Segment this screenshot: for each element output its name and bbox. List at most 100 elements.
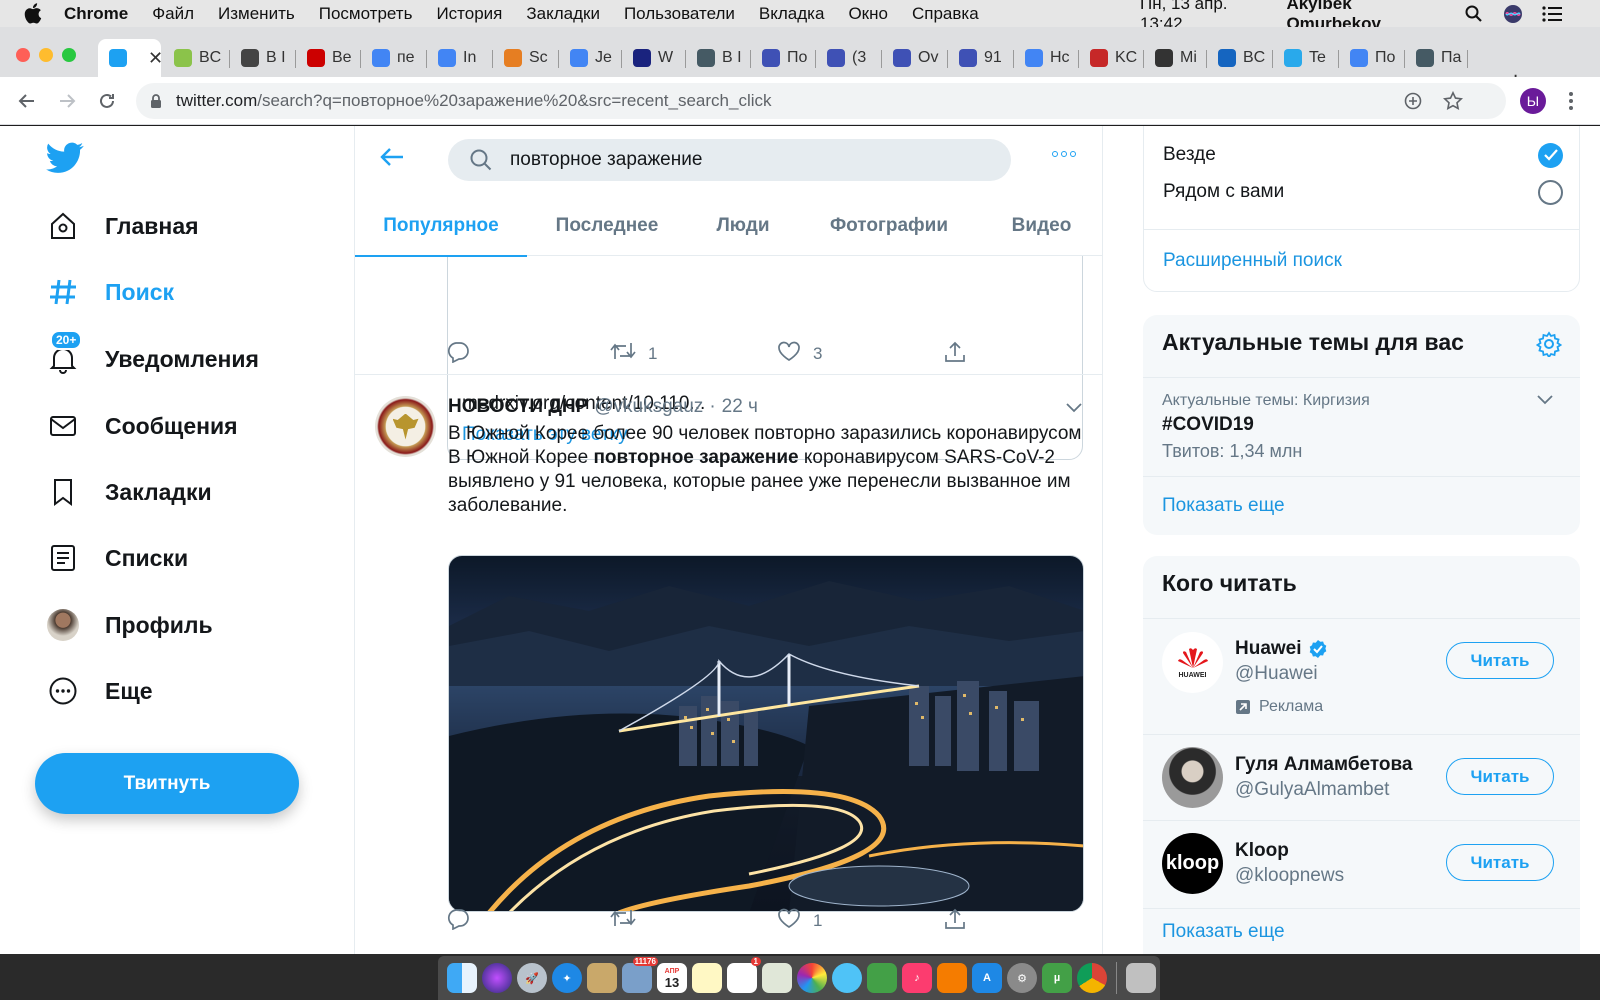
- twitter-logo-icon[interactable]: [46, 142, 84, 179]
- follow-suggestion[interactable]: Гуля Алмамбетова @GulyaAlmambet Читать: [1143, 734, 1580, 820]
- trend-hashtag[interactable]: #COVID19: [1162, 414, 1254, 436]
- browser-tab[interactable]: 91: [948, 41, 1014, 75]
- nav-item-profile[interactable]: Профиль: [46, 603, 213, 647]
- launchpad-icon[interactable]: 🚀: [517, 963, 547, 993]
- gear-icon[interactable]: [1535, 331, 1563, 362]
- calendar-icon[interactable]: АПР 13: [657, 963, 687, 993]
- trash-icon[interactable]: [1126, 963, 1156, 993]
- follow-handle[interactable]: @Huawei: [1235, 663, 1318, 685]
- browser-tab[interactable]: Ov: [882, 41, 948, 75]
- browser-tab[interactable]: Be: [296, 41, 361, 75]
- follow-button[interactable]: Читать: [1446, 758, 1554, 795]
- browser-tab[interactable]: (3: [816, 41, 882, 75]
- messages-icon[interactable]: [832, 963, 862, 993]
- maps-icon[interactable]: [762, 963, 792, 993]
- books-icon[interactable]: [937, 963, 967, 993]
- checked-circle-icon[interactable]: [1538, 142, 1563, 168]
- photos-app-icon[interactable]: 11176: [622, 957, 658, 993]
- nav-item-explore[interactable]: Поиск: [46, 270, 174, 314]
- apple-icon[interactable]: [24, 3, 50, 24]
- chrome-menu-icon[interactable]: [1566, 90, 1576, 112]
- nav-item-more[interactable]: Еще: [46, 669, 153, 713]
- author-avatar[interactable]: [375, 396, 436, 457]
- browser-tab[interactable]: W: [622, 41, 686, 75]
- share-icon[interactable]: [944, 908, 966, 930]
- follow-button[interactable]: Читать: [1446, 844, 1554, 881]
- menu-file[interactable]: Файл: [152, 4, 194, 24]
- menu-history[interactable]: История: [436, 4, 502, 24]
- url-text[interactable]: twitter.com/search?q=повторное%20заражен…: [176, 91, 772, 111]
- close-window-button[interactable]: [16, 48, 30, 62]
- tab-latest[interactable]: Последнее: [527, 196, 687, 256]
- huawei-logo-icon[interactable]: HUAWEI: [1162, 632, 1223, 693]
- reminders-icon[interactable]: 1: [727, 957, 761, 993]
- follow-handle[interactable]: @GulyaAlmambet: [1235, 779, 1389, 801]
- app-store-icon[interactable]: A: [972, 963, 1002, 993]
- notes-icon[interactable]: [692, 963, 722, 993]
- browser-tab[interactable]: Па: [1405, 41, 1468, 75]
- close-tab-icon[interactable]: ✕: [148, 48, 161, 69]
- menu-app-name[interactable]: Chrome: [64, 4, 128, 24]
- nav-item-messages[interactable]: Сообщения: [46, 404, 238, 448]
- browser-tab[interactable]: Sc: [493, 41, 559, 75]
- tweet-time[interactable]: 22 ч: [722, 396, 758, 418]
- back-icon[interactable]: [16, 90, 38, 112]
- follow-avatar[interactable]: [1162, 747, 1223, 808]
- back-arrow-icon[interactable]: [379, 145, 405, 174]
- notes-book-icon[interactable]: [587, 963, 617, 993]
- location-option-nearby[interactable]: Рядом с вами: [1163, 174, 1563, 210]
- forward-icon[interactable]: [56, 90, 78, 112]
- nav-item-notifications[interactable]: 20+ Уведомления: [46, 330, 259, 381]
- browser-tab[interactable]: B I: [230, 41, 296, 75]
- zoom-window-button[interactable]: [62, 48, 76, 62]
- follow-button[interactable]: Читать: [1446, 642, 1554, 679]
- reply-icon[interactable]: [447, 908, 469, 930]
- retweet-action[interactable]: 1: [610, 341, 657, 366]
- follow-suggestion[interactable]: kloop Kloop @kloopnews Читать: [1143, 820, 1580, 908]
- search-box[interactable]: [448, 139, 1011, 181]
- browser-tab[interactable]: In: [427, 41, 493, 75]
- reply-icon[interactable]: [447, 341, 469, 363]
- browser-tab[interactable]: KC: [1079, 41, 1144, 75]
- browser-tab[interactable]: Je: [559, 41, 622, 75]
- chrome-dock-icon[interactable]: [1077, 963, 1107, 993]
- follow-name[interactable]: Гуля Алмамбетова: [1235, 754, 1412, 776]
- follow-show-more-link[interactable]: Показать еще: [1162, 921, 1285, 943]
- chevron-down-icon[interactable]: [1065, 400, 1083, 418]
- system-preferences-icon[interactable]: ⚙: [1007, 963, 1037, 993]
- finder-icon[interactable]: [447, 963, 477, 993]
- menu-window[interactable]: Окно: [848, 4, 888, 24]
- tab-top[interactable]: Популярное: [355, 196, 527, 257]
- chrome-profile-avatar[interactable]: Ы: [1520, 88, 1546, 114]
- menu-bookmarks[interactable]: Закладки: [526, 4, 600, 24]
- unchecked-circle-icon[interactable]: [1538, 179, 1563, 205]
- trends-show-more-link[interactable]: Показать еще: [1162, 495, 1285, 517]
- chevron-down-icon[interactable]: [1536, 392, 1554, 410]
- siri-dock-icon[interactable]: [482, 963, 512, 993]
- install-app-icon[interactable]: [1402, 90, 1424, 112]
- follow-name[interactable]: Kloop: [1235, 840, 1289, 862]
- tab-videos[interactable]: Видео: [979, 196, 1102, 256]
- facetime-icon[interactable]: [867, 963, 897, 993]
- tweet-button[interactable]: Твитнуть: [35, 753, 299, 814]
- tweet-image[interactable]: [448, 555, 1084, 912]
- menu-edit[interactable]: Изменить: [218, 4, 295, 24]
- nav-item-home[interactable]: Главная: [46, 204, 199, 248]
- address-bar[interactable]: twitter.com/search?q=повторное%20заражен…: [136, 83, 1506, 119]
- like-action[interactable]: 1: [777, 908, 822, 934]
- browser-tab[interactable]: B I: [686, 41, 751, 75]
- like-action[interactable]: 3: [777, 341, 822, 367]
- browser-tab[interactable]: ✕: [98, 39, 161, 77]
- follow-handle[interactable]: @kloopnews: [1235, 865, 1344, 887]
- advanced-search-link[interactable]: Расширенный поиск: [1163, 250, 1342, 272]
- browser-tab[interactable]: пе: [361, 41, 427, 75]
- lock-icon[interactable]: [150, 93, 162, 109]
- browser-tab[interactable]: По: [1339, 41, 1405, 75]
- search-input[interactable]: [510, 149, 950, 171]
- menu-people[interactable]: Пользователи: [624, 4, 735, 24]
- browser-tab[interactable]: BC: [1207, 41, 1273, 75]
- location-option-everywhere[interactable]: Везде: [1163, 137, 1563, 173]
- author-name[interactable]: НОВОСТИ ДНР: [448, 396, 588, 418]
- reload-icon[interactable]: [96, 90, 118, 112]
- nav-item-bookmarks[interactable]: Закладки: [46, 470, 212, 514]
